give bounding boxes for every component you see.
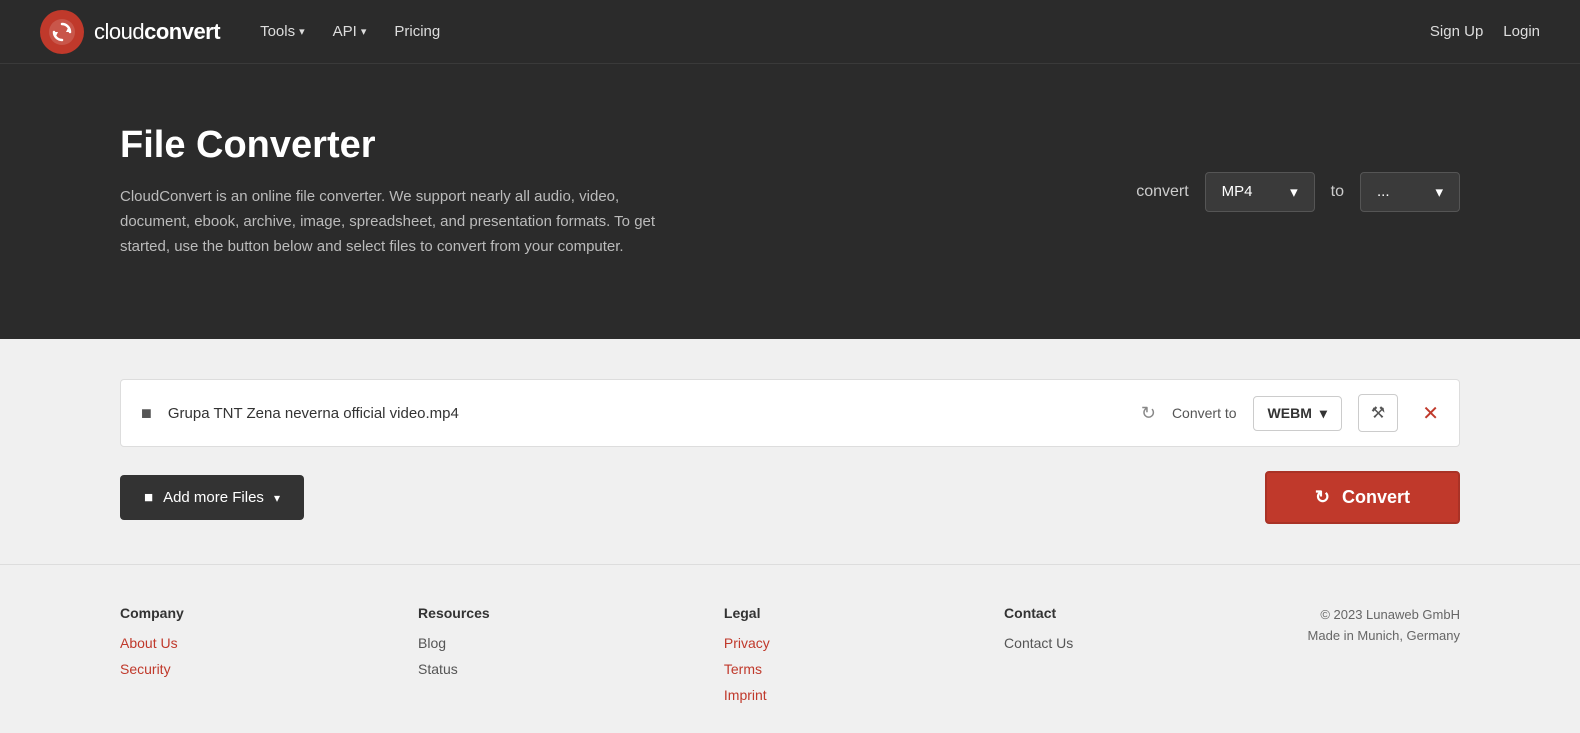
footer-contact-link[interactable]: Contact Us bbox=[1004, 635, 1073, 651]
tools-label: Tools bbox=[260, 23, 295, 40]
convert-icon: ↻ bbox=[1315, 487, 1330, 508]
footer-resources-col: Resources Blog Status bbox=[418, 605, 490, 677]
format-to-value: ... bbox=[1377, 183, 1390, 200]
file-row: ■ Grupa TNT Zena neverna official video.… bbox=[120, 379, 1460, 447]
format-from-chevron-icon: ▾ bbox=[1290, 183, 1298, 201]
hero-section: cloudconvert Tools ▾ API ▾ Pricing Sign … bbox=[0, 0, 1580, 339]
footer-blog-link[interactable]: Blog bbox=[418, 635, 490, 651]
footer-imprint-link[interactable]: Imprint bbox=[724, 687, 770, 703]
nav-right-links: Sign Up Login bbox=[1430, 23, 1540, 40]
signup-link[interactable]: Sign Up bbox=[1430, 23, 1483, 40]
output-format-value: WEBM bbox=[1268, 405, 1312, 421]
footer-inner: Company About Us Security Resources Blog… bbox=[120, 605, 1460, 703]
logo-link[interactable]: cloudconvert bbox=[40, 10, 220, 54]
bottom-row: ■ Add more Files ▾ ↻ Convert bbox=[120, 471, 1460, 544]
api-chevron-icon: ▾ bbox=[361, 25, 367, 38]
file-name: Grupa TNT Zena neverna official video.mp… bbox=[168, 405, 1125, 422]
footer-security-link[interactable]: Security bbox=[120, 661, 184, 677]
hero-description: CloudConvert is an online file converter… bbox=[120, 185, 660, 259]
remove-file-button[interactable]: ✕ bbox=[1422, 401, 1439, 426]
nav-links: Tools ▾ API ▾ Pricing bbox=[260, 23, 440, 40]
footer-privacy-link[interactable]: Privacy bbox=[724, 635, 770, 651]
footer-legal-heading: Legal bbox=[724, 605, 770, 621]
api-label: API bbox=[333, 23, 357, 40]
logo-svg bbox=[48, 18, 76, 46]
settings-button[interactable]: ⚒ bbox=[1358, 394, 1398, 432]
logo-text: cloudconvert bbox=[94, 19, 220, 45]
footer: Company About Us Security Resources Blog… bbox=[0, 564, 1580, 733]
hero-left: File Converter CloudConvert is an online… bbox=[120, 124, 660, 259]
output-format-select[interactable]: WEBM ▾ bbox=[1253, 396, 1342, 431]
format-to-chevron-icon: ▾ bbox=[1435, 183, 1443, 201]
tools-chevron-icon: ▾ bbox=[299, 25, 305, 38]
footer-terms-link[interactable]: Terms bbox=[724, 661, 770, 677]
footer-company-heading: Company bbox=[120, 605, 184, 621]
add-files-label: Add more Files bbox=[163, 489, 264, 506]
footer-legal-col: Legal Privacy Terms Imprint bbox=[724, 605, 770, 703]
format-from-select[interactable]: MP4 ▾ bbox=[1205, 172, 1315, 212]
navbar: cloudconvert Tools ▾ API ▾ Pricing Sign … bbox=[0, 0, 1580, 64]
add-files-icon: ■ bbox=[144, 489, 153, 506]
to-label: to bbox=[1331, 183, 1344, 201]
page-title: File Converter bbox=[120, 124, 660, 167]
convert-button-label: Convert bbox=[1342, 487, 1410, 508]
login-link[interactable]: Login bbox=[1503, 23, 1540, 40]
footer-company-col: Company About Us Security bbox=[120, 605, 184, 677]
add-files-chevron-icon: ▾ bbox=[274, 491, 280, 505]
footer-contact-heading: Contact bbox=[1004, 605, 1073, 621]
footer-status-link[interactable]: Status bbox=[418, 661, 490, 677]
output-format-chevron-icon: ▾ bbox=[1320, 405, 1327, 422]
footer-contact-col: Contact Contact Us bbox=[1004, 605, 1073, 651]
convert-button[interactable]: ↻ Convert bbox=[1265, 471, 1460, 524]
convert-label: convert bbox=[1136, 183, 1188, 201]
hero-right: convert MP4 ▾ to ... ▾ bbox=[1136, 172, 1460, 212]
made-in-text: Made in Munich, Germany bbox=[1308, 626, 1460, 647]
footer-about-link[interactable]: About Us bbox=[120, 635, 184, 651]
pricing-label: Pricing bbox=[394, 23, 440, 40]
file-document-icon: ■ bbox=[141, 403, 152, 424]
hero-content: File Converter CloudConvert is an online… bbox=[0, 64, 1580, 339]
pricing-link[interactable]: Pricing bbox=[394, 23, 440, 40]
api-menu[interactable]: API ▾ bbox=[333, 23, 367, 40]
footer-resources-heading: Resources bbox=[418, 605, 490, 621]
format-to-select[interactable]: ... ▾ bbox=[1360, 172, 1460, 212]
logo-light-text: cloud bbox=[94, 19, 144, 44]
footer-copyright: © 2023 Lunaweb GmbH Made in Munich, Germ… bbox=[1308, 605, 1460, 647]
convert-to-label: Convert to bbox=[1172, 405, 1237, 421]
logo-bold-text: convert bbox=[144, 19, 220, 44]
main-area: ■ Grupa TNT Zena neverna official video.… bbox=[0, 339, 1580, 564]
tools-menu[interactable]: Tools ▾ bbox=[260, 23, 305, 40]
logo-icon bbox=[40, 10, 84, 54]
format-from-value: MP4 bbox=[1222, 183, 1253, 200]
add-files-button[interactable]: ■ Add more Files ▾ bbox=[120, 475, 304, 520]
copyright-text: © 2023 Lunaweb GmbH bbox=[1308, 605, 1460, 626]
refresh-icon[interactable]: ↻ bbox=[1141, 403, 1156, 424]
